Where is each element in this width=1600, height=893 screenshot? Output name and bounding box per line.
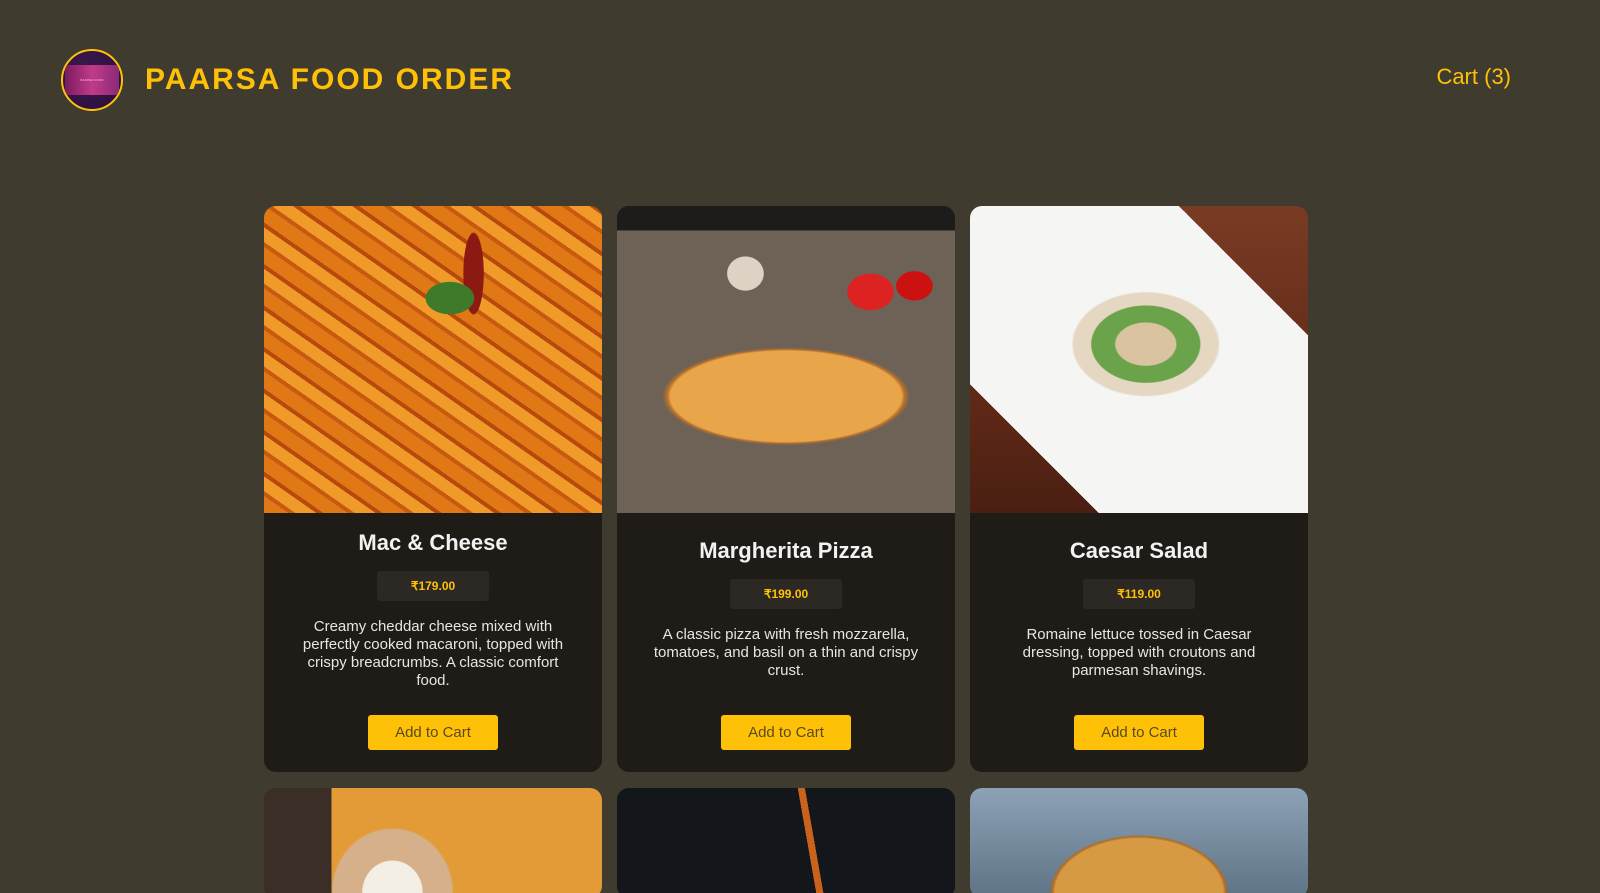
price-badge: ₹119.00: [1083, 579, 1195, 609]
food-image: [617, 788, 955, 893]
food-title: Mac & Cheese: [358, 530, 508, 555]
price-badge: ₹199.00: [730, 579, 842, 609]
food-title: Margherita Pizza: [699, 538, 873, 563]
logo-text: PAARSA FOOD: [80, 78, 104, 82]
cart-button[interactable]: Cart (3): [1436, 64, 1511, 90]
food-description: Creamy cheddar cheese mixed with perfect…: [302, 618, 564, 689]
menu-grid: Mac & Cheese ₹179.00 Creamy cheddar chee…: [264, 206, 1308, 893]
menu-card: [264, 788, 602, 893]
add-to-cart-button[interactable]: Add to Cart: [1074, 715, 1204, 750]
food-image-caesar-salad: [970, 206, 1308, 513]
price-badge: ₹179.00: [377, 571, 489, 601]
menu-card: Margherita Pizza ₹199.00 A classic pizza…: [617, 206, 955, 772]
food-image-mac-and-cheese: [264, 206, 602, 513]
menu-card: Caesar Salad ₹119.00 Romaine lettuce tos…: [970, 206, 1308, 772]
food-image: [970, 788, 1308, 893]
food-description: A classic pizza with fresh mozzarella, t…: [653, 626, 919, 679]
food-description: Romaine lettuce tossed in Caesar dressin…: [1022, 626, 1256, 679]
food-image-margherita-pizza: [617, 206, 955, 513]
menu-card: Mac & Cheese ₹179.00 Creamy cheddar chee…: [264, 206, 602, 772]
site-header: PAARSA FOOD PAARSA FOOD ORDER Cart (3): [0, 0, 1600, 160]
add-to-cart-button[interactable]: Add to Cart: [721, 715, 851, 750]
add-to-cart-button[interactable]: Add to Cart: [368, 715, 498, 750]
logo-badge: PAARSA FOOD: [65, 65, 119, 95]
food-image: [264, 788, 602, 893]
food-title: Caesar Salad: [1069, 538, 1209, 563]
brand-title: PAARSA FOOD ORDER: [145, 63, 515, 96]
logo[interactable]: PAARSA FOOD: [61, 49, 123, 111]
menu-card: [970, 788, 1308, 893]
menu-card: [617, 788, 955, 893]
